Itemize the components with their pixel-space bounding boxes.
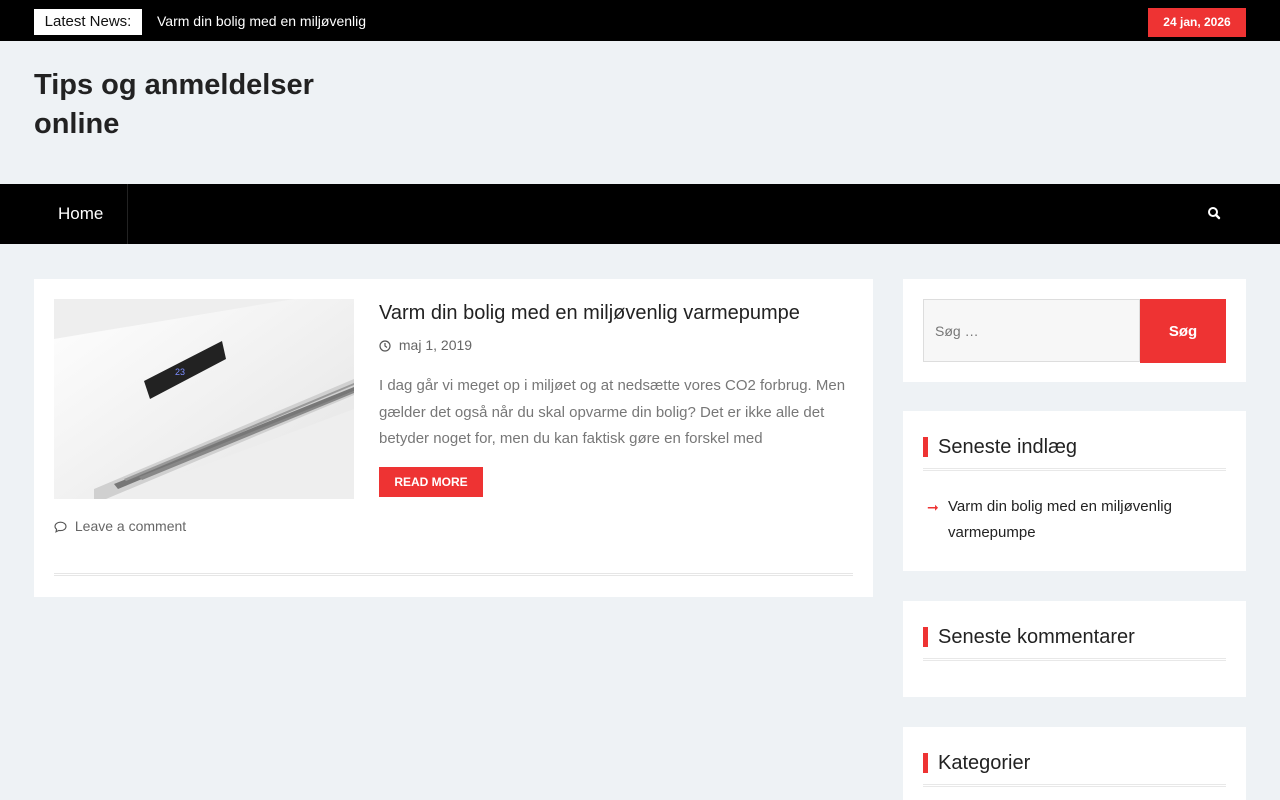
read-more-button[interactable]: Read More	[379, 467, 483, 497]
site-title[interactable]: Tips og anmeldelser online	[34, 66, 354, 144]
clock-icon	[379, 337, 399, 353]
post-date: maj 1, 2019	[379, 337, 472, 353]
widget-title: Seneste indlæg	[923, 433, 1226, 471]
comment-icon	[54, 518, 75, 534]
main-navigation: Home	[0, 184, 1280, 244]
recent-posts-widget: Seneste indlæg ➞ Varm din bolig med en m…	[903, 411, 1246, 571]
recent-comments-title: Seneste kommentarer	[938, 626, 1135, 648]
leave-comment-text: Leave a comment	[74, 518, 187, 534]
categories-widget: Kategorier	[903, 727, 1246, 800]
nav-item-home[interactable]: Home	[34, 184, 128, 244]
news-ticker-link[interactable]: Varm din bolig med en miljøvenlig	[157, 13, 366, 29]
search-button[interactable]: Søg	[1140, 299, 1226, 363]
post-card: 23 Varm din bolig med en miljøvenlig var…	[34, 279, 873, 597]
title-accent-bar	[923, 753, 928, 773]
post-divider	[54, 573, 853, 576]
title-accent-bar	[923, 627, 928, 647]
search-icon[interactable]	[1204, 204, 1224, 224]
widget-title: Seneste kommentarer	[923, 623, 1226, 661]
arrow-right-icon: ➞	[927, 499, 939, 515]
title-accent-bar	[923, 437, 928, 457]
leave-comment-link[interactable]: Leave a comment	[54, 518, 186, 534]
date-badge: 24 jan, 2026	[1148, 8, 1246, 37]
latest-news-label: Latest News:	[34, 9, 142, 35]
categories-title: Kategorier	[938, 752, 1031, 774]
recent-post-link[interactable]: ➞ Varm din bolig med en miljøvenlig varm…	[923, 494, 1223, 546]
widget-title: Kategorier	[923, 749, 1226, 787]
post-title[interactable]: Varm din bolig med en miljøvenlig varmep…	[379, 300, 849, 326]
post-thumbnail[interactable]: 23	[54, 299, 354, 499]
recent-posts-title: Seneste indlæg	[938, 436, 1077, 458]
post-date-text: maj 1, 2019	[398, 337, 473, 353]
top-bar: Latest News: Varm din bolig med en miljø…	[0, 0, 1280, 41]
thumb-display-digits: 23	[175, 367, 185, 377]
search-widget: Søg	[903, 279, 1246, 382]
recent-post-text: Varm din bolig med en miljøvenlig varmep…	[948, 498, 1172, 541]
recent-comments-widget: Seneste kommentarer	[903, 601, 1246, 697]
search-input[interactable]	[923, 299, 1140, 362]
post-excerpt: I dag går vi meget op i miljøet og at ne…	[379, 377, 846, 447]
air-conditioner-image: 23	[54, 299, 354, 499]
